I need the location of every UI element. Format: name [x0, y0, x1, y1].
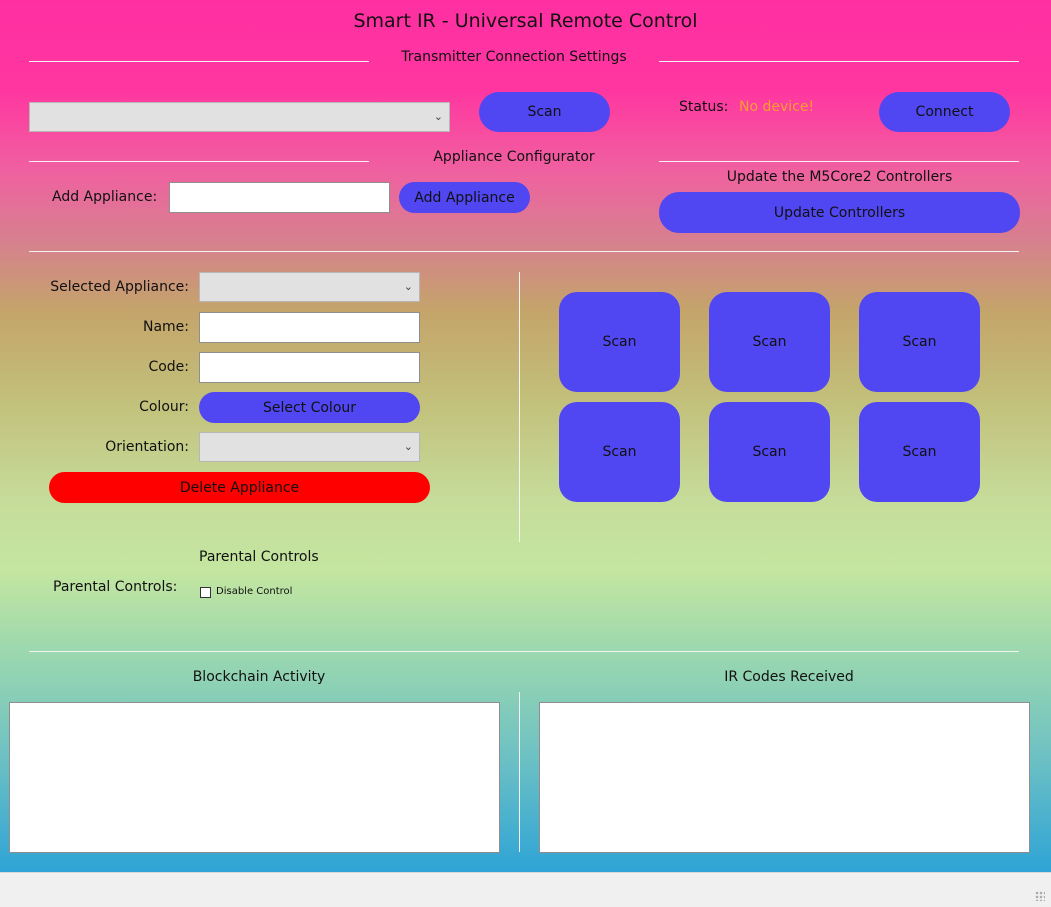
add-appliance-button[interactable]: Add Appliance — [399, 182, 530, 213]
scan-button-4[interactable]: Scan — [559, 402, 680, 502]
divider — [29, 61, 369, 62]
status-value: No device! — [739, 99, 815, 115]
app-title: Smart IR - Universal Remote Control — [353, 10, 698, 32]
status-label: Status: — [679, 99, 729, 115]
colour-label: Colour: — [139, 399, 189, 415]
update-controllers-button[interactable]: Update Controllers — [659, 192, 1020, 233]
vertical-divider — [519, 692, 520, 852]
add-appliance-label: Add Appliance: — [52, 189, 158, 205]
transmitter-section-title: Transmitter Connection Settings — [401, 49, 627, 65]
scan-button-5[interactable]: Scan — [709, 402, 830, 502]
blockchain-activity-title: Blockchain Activity — [192, 669, 326, 685]
chevron-down-icon: ⌄ — [433, 109, 443, 123]
ir-codes-title: IR Codes Received — [724, 669, 854, 685]
connect-button[interactable]: Connect — [879, 92, 1010, 132]
blockchain-activity-log[interactable] — [9, 702, 500, 853]
disable-control-label[interactable]: Disable Control — [216, 586, 292, 597]
divider — [29, 651, 1019, 652]
parental-controls-label: Parental Controls: — [53, 579, 178, 595]
orientation-label: Orientation: — [105, 439, 189, 455]
select-colour-button[interactable]: Select Colour — [199, 392, 420, 423]
vertical-divider — [519, 272, 520, 542]
status-bar — [0, 872, 1051, 907]
scan-button-6[interactable]: Scan — [859, 402, 980, 502]
controllers-section-title: Update the M5Core2 Controllers — [726, 169, 953, 185]
main-window: Smart IR - Universal Remote Control Tran… — [0, 0, 1051, 872]
code-input[interactable] — [199, 352, 420, 383]
resize-grip-icon[interactable] — [1035, 891, 1045, 901]
add-appliance-input[interactable] — [169, 182, 390, 213]
delete-appliance-button[interactable]: Delete Appliance — [49, 472, 430, 503]
divider — [29, 161, 369, 162]
ir-codes-log[interactable] — [539, 702, 1030, 853]
selected-appliance-select[interactable]: ⌄ — [199, 272, 420, 302]
parental-section-title: Parental Controls — [199, 549, 319, 565]
divider — [659, 61, 1019, 62]
chevron-down-icon: ⌄ — [403, 439, 413, 453]
scan-button-3[interactable]: Scan — [859, 292, 980, 392]
name-label: Name: — [142, 319, 189, 335]
disable-control-checkbox[interactable] — [200, 587, 211, 598]
orientation-select[interactable]: ⌄ — [199, 432, 420, 462]
device-select[interactable]: ⌄ — [29, 102, 450, 132]
selected-appliance-label: Selected Appliance: — [50, 279, 189, 295]
scan-button-1[interactable]: Scan — [559, 292, 680, 392]
chevron-down-icon: ⌄ — [403, 279, 413, 293]
scan-device-button[interactable]: Scan — [479, 92, 610, 132]
divider — [659, 161, 1019, 162]
code-label: Code: — [148, 359, 189, 375]
scan-button-2[interactable]: Scan — [709, 292, 830, 392]
configurator-section-title: Appliance Configurator — [433, 149, 595, 165]
divider — [29, 251, 1019, 252]
name-input[interactable] — [199, 312, 420, 343]
